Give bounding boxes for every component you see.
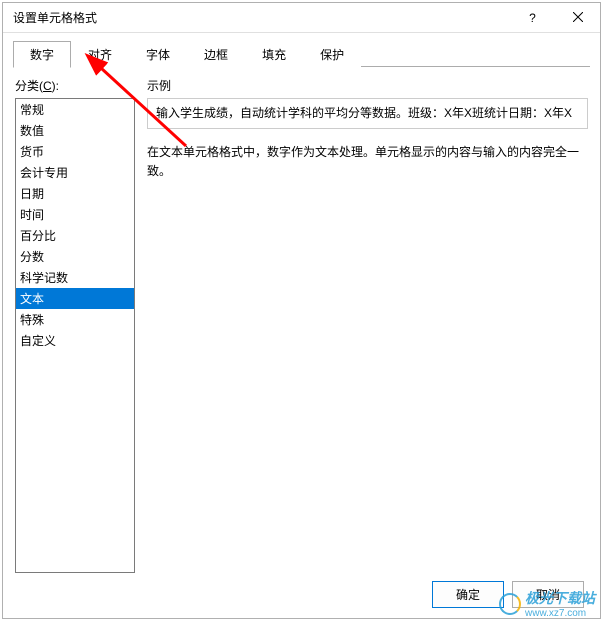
tab-1[interactable]: 对齐	[71, 41, 129, 67]
description-text: 在文本单元格格式中，数字作为文本处理。单元格显示的内容与输入的内容完全一致。	[147, 143, 588, 181]
question-icon: ?	[529, 11, 536, 25]
tab-5[interactable]: 保护	[303, 41, 361, 67]
category-label: 分类(C):	[15, 77, 135, 94]
category-item[interactable]: 百分比	[16, 225, 134, 246]
right-panel: 示例 输入学生成绩，自动统计学科的平均分等数据。班级：X年X班统计日期：X年X …	[147, 77, 588, 573]
tab-4[interactable]: 填充	[245, 41, 303, 67]
category-panel: 分类(C): 常规数值货币会计专用日期时间百分比分数科学记数文本特殊自定义	[15, 77, 135, 573]
category-item[interactable]: 自定义	[16, 330, 134, 351]
category-listbox[interactable]: 常规数值货币会计专用日期时间百分比分数科学记数文本特殊自定义	[15, 98, 135, 573]
category-label-suffix: ):	[52, 79, 59, 93]
sample-value: 输入学生成绩，自动统计学科的平均分等数据。班级：X年X班统计日期：X年X	[147, 98, 588, 129]
category-item[interactable]: 会计专用	[16, 162, 134, 183]
category-label-prefix: 分类(	[15, 79, 43, 93]
close-button[interactable]	[555, 3, 600, 33]
category-label-key: C	[43, 79, 52, 93]
category-item[interactable]: 特殊	[16, 309, 134, 330]
tab-strip: 数字对齐字体边框填充保护	[3, 33, 600, 67]
category-item[interactable]: 数值	[16, 120, 134, 141]
sample-label: 示例	[147, 77, 588, 94]
help-button[interactable]: ?	[510, 3, 555, 33]
category-item[interactable]: 科学记数	[16, 267, 134, 288]
tab-3[interactable]: 边框	[187, 41, 245, 67]
format-cells-dialog: 设置单元格格式 ? 数字对齐字体边框填充保护 分类(C): 常规数值货币会计专用…	[2, 2, 601, 619]
tab-0[interactable]: 数字	[13, 41, 71, 68]
dialog-title: 设置单元格格式	[13, 9, 510, 26]
ok-button[interactable]: 确定	[432, 581, 504, 608]
button-bar: 确定 取消	[432, 581, 584, 608]
close-icon	[573, 11, 583, 25]
sample-section: 示例 输入学生成绩，自动统计学科的平均分等数据。班级：X年X班统计日期：X年X	[147, 77, 588, 129]
category-item[interactable]: 日期	[16, 183, 134, 204]
titlebar: 设置单元格格式 ?	[3, 3, 600, 33]
category-item[interactable]: 常规	[16, 99, 134, 120]
cancel-button[interactable]: 取消	[512, 581, 584, 608]
category-item[interactable]: 文本	[16, 288, 134, 309]
category-item[interactable]: 分数	[16, 246, 134, 267]
tab-2[interactable]: 字体	[129, 41, 187, 67]
tab-content: 分类(C): 常规数值货币会计专用日期时间百分比分数科学记数文本特殊自定义 示例…	[3, 67, 600, 583]
category-item[interactable]: 货币	[16, 141, 134, 162]
category-item[interactable]: 时间	[16, 204, 134, 225]
